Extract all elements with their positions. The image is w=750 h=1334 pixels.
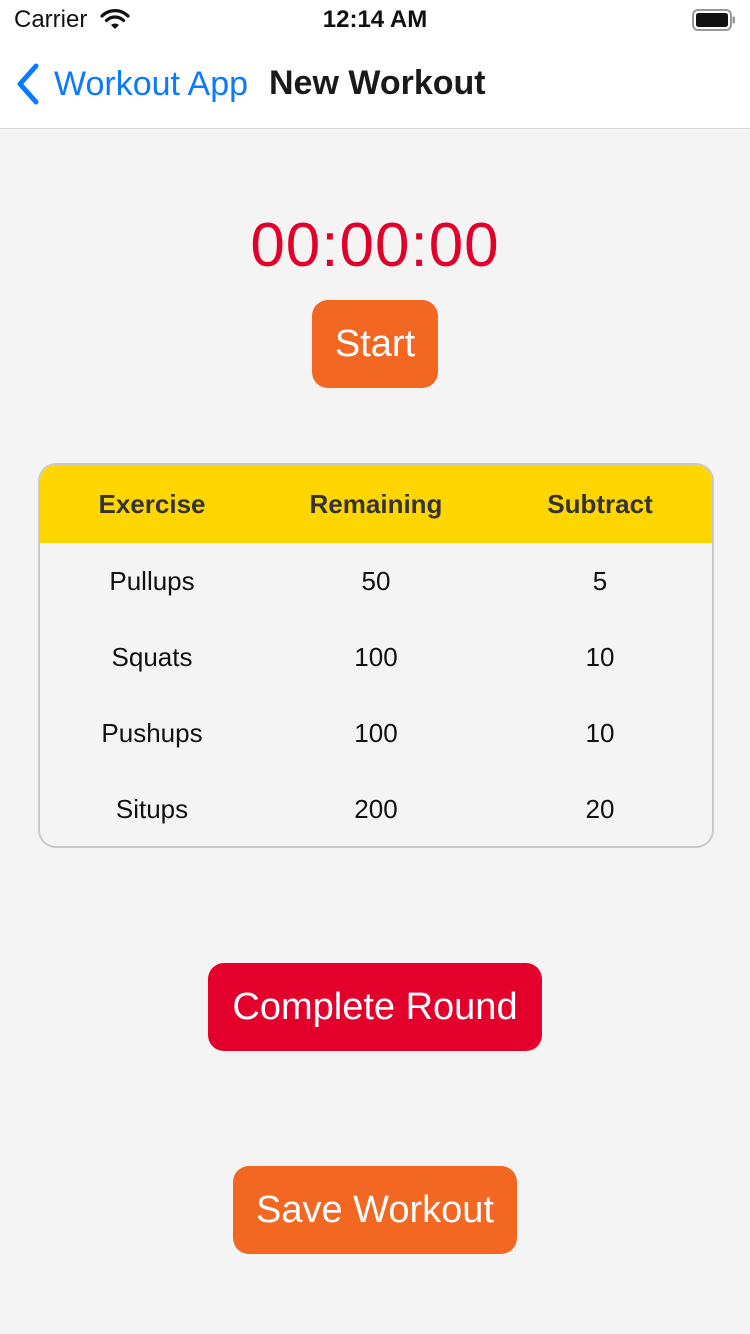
back-button[interactable]: Workout App: [14, 60, 248, 108]
column-header-remaining: Remaining: [309, 488, 443, 519]
battery-icon: [692, 9, 735, 31]
cell-remaining: 50: [361, 565, 391, 596]
start-button[interactable]: Start: [312, 300, 438, 388]
status-time: 12:14 AM: [322, 6, 428, 33]
cell-remaining: 200: [354, 793, 398, 824]
exercise-table: Exercise Remaining Subtract Pullups 50 5…: [38, 463, 714, 848]
cell-subtract: 5: [592, 565, 608, 596]
column-header-exercise: Exercise: [98, 488, 206, 519]
cell-exercise: Pullups: [109, 565, 195, 596]
table-row[interactable]: Squats 100 10: [40, 619, 712, 695]
status-bar: Carrier 12:14 AM: [0, 0, 750, 40]
page-title: New Workout: [269, 64, 486, 102]
table-header: Exercise Remaining Subtract: [40, 465, 712, 543]
cell-remaining: 100: [354, 717, 398, 748]
cell-subtract: 10: [585, 717, 615, 748]
column-header-subtract: Subtract: [547, 488, 653, 519]
cell-subtract: 10: [585, 641, 615, 672]
complete-round-button[interactable]: Complete Round: [208, 963, 542, 1051]
cell-exercise: Squats: [111, 641, 193, 672]
navigation-bar: Workout App New Workout: [0, 40, 750, 129]
cell-remaining: 100: [354, 641, 398, 672]
cell-subtract: 20: [585, 793, 615, 824]
cell-exercise: Situps: [115, 793, 189, 824]
table-row[interactable]: Situps 200 20: [40, 771, 712, 846]
timer-display: 00:00:00: [250, 211, 500, 280]
save-workout-button[interactable]: Save Workout: [233, 1166, 517, 1254]
cell-exercise: Pushups: [101, 717, 203, 748]
chevron-left-icon: [17, 63, 39, 105]
back-button-label: Workout App: [54, 64, 249, 103]
table-row[interactable]: Pullups 50 5: [40, 543, 712, 619]
table-row[interactable]: Pushups 100 10: [40, 695, 712, 771]
